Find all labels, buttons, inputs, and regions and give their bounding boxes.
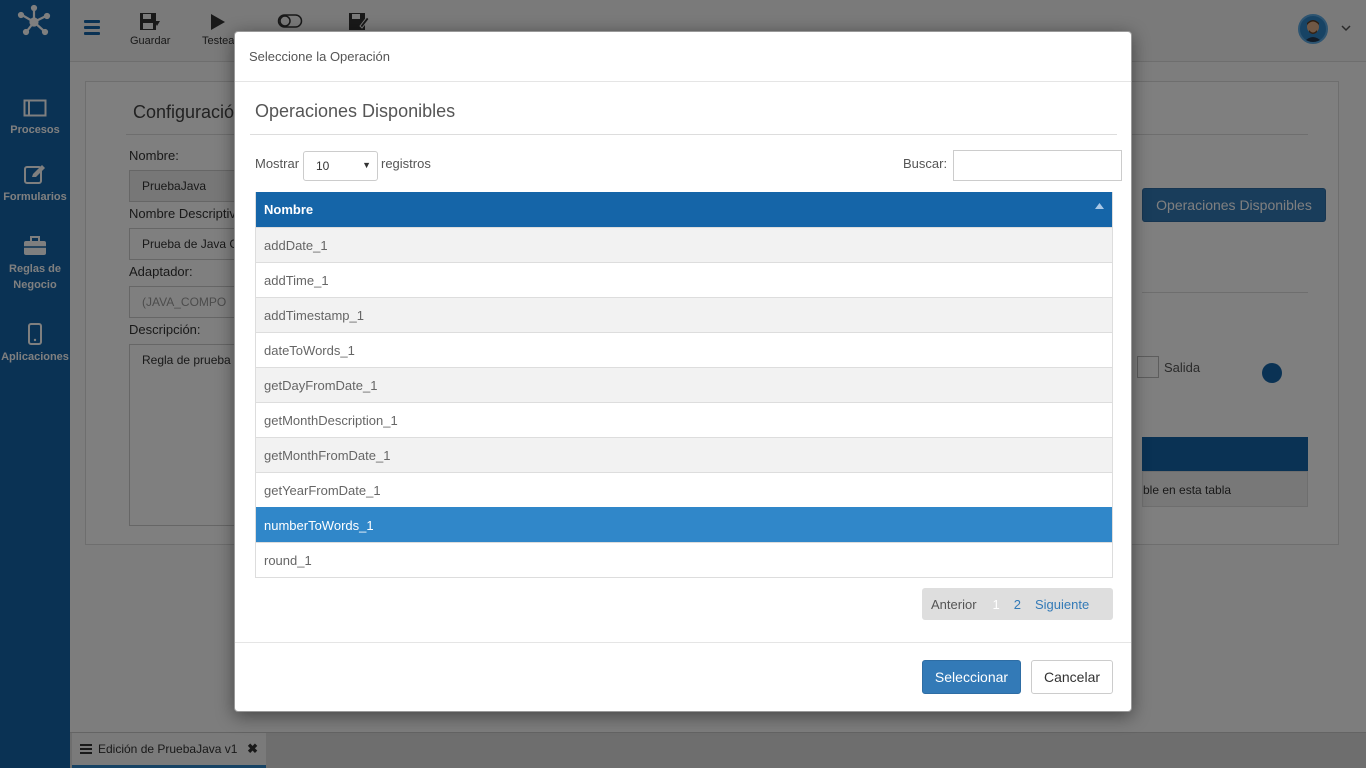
- column-header-label: Nombre: [264, 202, 314, 217]
- select-button[interactable]: Seleccionar: [922, 660, 1021, 694]
- operations-table: Nombre addDate_1 addTime_1 addTimestamp_…: [255, 192, 1113, 578]
- pagination-page-current[interactable]: 1: [987, 597, 1010, 612]
- records-label: registros: [381, 156, 431, 171]
- section-title: Operaciones Disponibles: [255, 101, 456, 121]
- table-row-selected[interactable]: numberToWords_1: [256, 507, 1112, 542]
- table-row[interactable]: getMonthFromDate_1: [256, 437, 1112, 472]
- search-input[interactable]: [953, 150, 1122, 181]
- modal-footer: Seleccionar Cancelar: [235, 642, 1131, 712]
- column-header-nombre[interactable]: Nombre: [256, 192, 1112, 227]
- sort-asc-icon: [1095, 203, 1104, 209]
- pagination-previous[interactable]: Anterior: [922, 597, 987, 612]
- divider: [250, 134, 1117, 135]
- table-row[interactable]: getDayFromDate_1: [256, 367, 1112, 402]
- page-length-value: 10: [316, 159, 330, 173]
- table-row[interactable]: getMonthDescription_1: [256, 402, 1112, 437]
- modal-title: Seleccione la Operación: [235, 32, 1131, 82]
- cancel-button[interactable]: Cancelar: [1031, 660, 1113, 694]
- caret-down-icon: ▼: [362, 160, 371, 170]
- search-label: Buscar:: [903, 156, 948, 171]
- pagination-next[interactable]: Siguiente: [1031, 597, 1089, 612]
- table-row[interactable]: addTimestamp_1: [256, 297, 1112, 332]
- page-length-select[interactable]: 10 ▼: [303, 151, 378, 181]
- select-operation-modal: Seleccione la Operación Operaciones Disp…: [234, 31, 1132, 712]
- table-row[interactable]: addTime_1: [256, 262, 1112, 297]
- table-row[interactable]: round_1: [256, 542, 1112, 577]
- show-label: Mostrar: [255, 156, 300, 171]
- table-row[interactable]: dateToWords_1: [256, 332, 1112, 367]
- table-row[interactable]: addDate_1: [256, 227, 1112, 262]
- table-row[interactable]: getYearFromDate_1: [256, 472, 1112, 507]
- pagination-page-2[interactable]: 2: [1010, 597, 1031, 612]
- pagination: Anterior 1 2 Siguiente: [922, 588, 1113, 620]
